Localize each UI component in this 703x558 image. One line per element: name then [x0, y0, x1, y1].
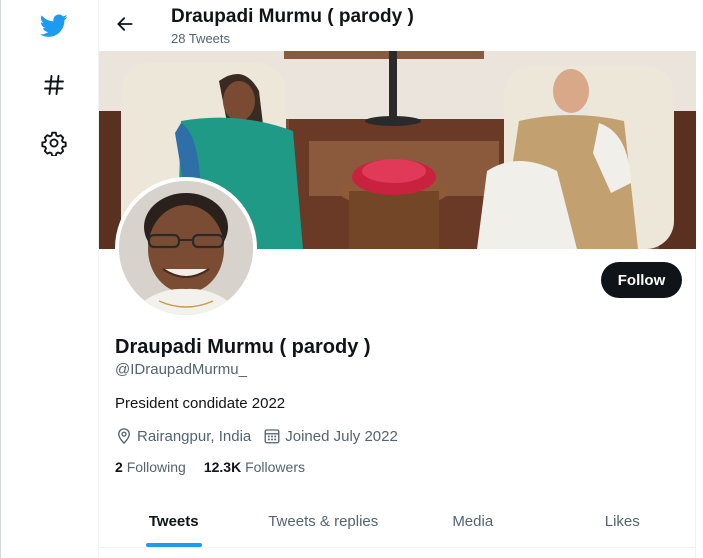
following-link[interactable]: 2 Following — [115, 459, 186, 475]
right-edge — [696, 0, 703, 558]
tab-likes-label: Likes — [604, 512, 640, 530]
profile-avatar[interactable] — [115, 177, 257, 319]
following-label: Following — [126, 459, 186, 475]
back-button[interactable] — [113, 12, 137, 36]
left-nav-rail — [0, 0, 98, 558]
tab-tweets-and-replies-label: Tweets & replies — [268, 512, 379, 530]
profile-location: Rairangpur, India — [115, 427, 251, 445]
twitter-bird-icon — [40, 14, 68, 37]
tab-likes[interactable]: Likes — [548, 495, 698, 547]
profile-bio: President condidate 2022 — [115, 395, 286, 412]
profile-stats: 2 Following 12.3K Followers — [115, 459, 323, 475]
profile-handle: @IDraupadMurmu_ — [115, 361, 247, 378]
settings-button[interactable] — [37, 126, 71, 160]
hashtag-icon — [44, 75, 64, 95]
tab-tweets-label: Tweets — [148, 512, 199, 530]
tab-tweets[interactable]: Tweets — [99, 495, 249, 547]
followers-label: Followers — [245, 459, 305, 475]
profile-meta: Rairangpur, India Joined July 2022 — [115, 427, 410, 445]
following-count: 2 — [115, 459, 123, 475]
location-text: Rairangpur, India — [137, 427, 252, 445]
gear-icon — [41, 131, 67, 156]
joined-text: Joined July 2022 — [285, 427, 398, 445]
explore-button[interactable] — [37, 68, 71, 102]
back-arrow-icon — [117, 17, 133, 31]
twitter-logo-button[interactable] — [37, 9, 71, 43]
profile-name: Draupadi Murmu ( parody ) — [115, 336, 371, 358]
followers-count: 12.3K — [203, 459, 242, 475]
followers-link[interactable]: 12.3K Followers — [204, 459, 305, 475]
profile-joined: Joined July 2022 — [263, 427, 398, 445]
profile-column: Draupadi Murmu ( parody ) 28 Tweets Foll… — [98, 0, 697, 558]
avatar-photo — [119, 181, 253, 315]
follow-button[interactable]: Follow — [601, 262, 682, 298]
header-title: Draupadi Murmu ( parody ) — [171, 6, 414, 27]
tab-media-label: Media — [452, 512, 494, 530]
profile-header-bar: Draupadi Murmu ( parody ) 28 Tweets — [99, 0, 697, 51]
profile-tabs: Tweets Tweets & replies Media Likes — [99, 495, 697, 548]
location-pin-icon — [118, 428, 130, 445]
tab-tweets-and-replies[interactable]: Tweets & replies — [249, 495, 399, 547]
active-tab-indicator — [145, 543, 202, 547]
header-tweet-count: 28 Tweets — [171, 31, 231, 46]
tab-media[interactable]: Media — [398, 495, 548, 547]
calendar-icon — [264, 429, 280, 444]
